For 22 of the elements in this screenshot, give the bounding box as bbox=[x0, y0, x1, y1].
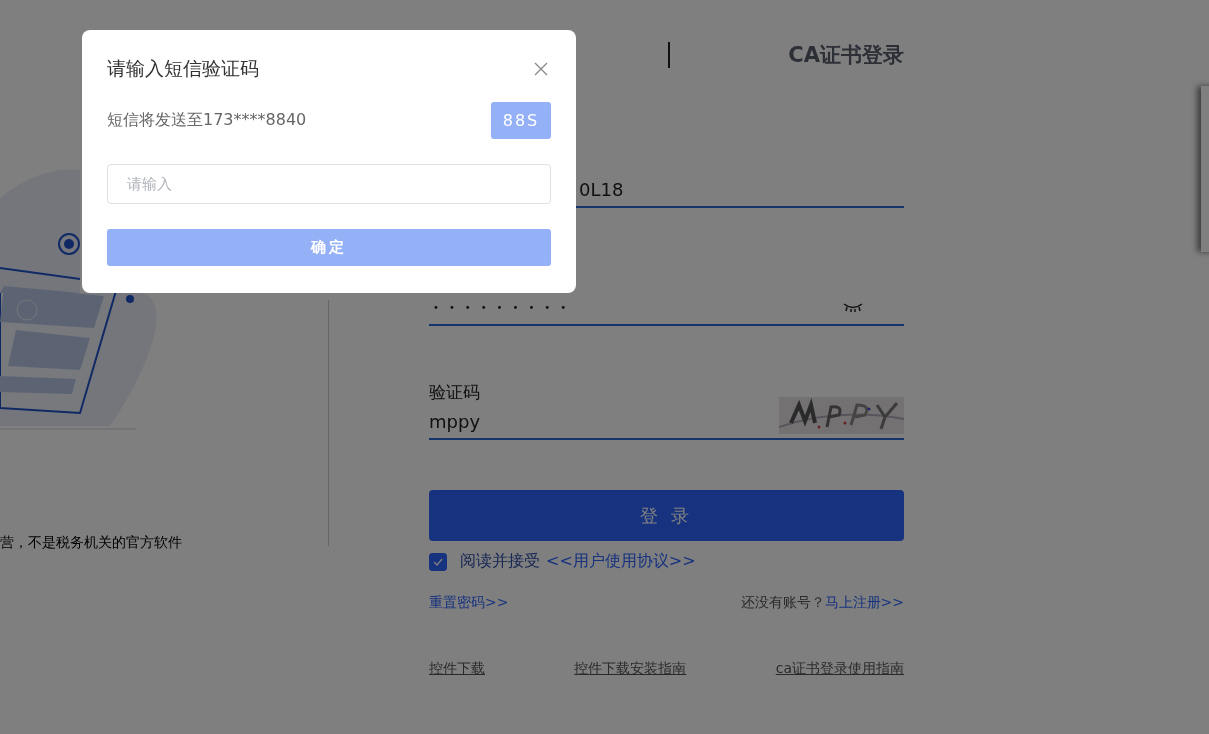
dialog-title: 请输入短信验证码 bbox=[107, 56, 259, 81]
reset-password-link[interactable]: 重置密码>> bbox=[429, 594, 509, 612]
confirm-button[interactable]: 确定 bbox=[107, 229, 551, 266]
register-prompt: 还没有账号？ bbox=[740, 594, 825, 610]
login-button[interactable]: 登 录 bbox=[429, 490, 904, 541]
closed-eye-icon[interactable] bbox=[842, 302, 864, 312]
ca-login-tab[interactable]: CA证书登录 bbox=[788, 41, 904, 69]
code-field[interactable]: 请输入 bbox=[107, 164, 551, 204]
agreement-text: 阅读并接受 bbox=[460, 551, 540, 572]
notice-text: 营，不是税务机关的官方软件 bbox=[0, 534, 183, 552]
agreement-link[interactable]: <<用户使用协议>> bbox=[546, 551, 696, 572]
captcha-field[interactable]: mppy bbox=[429, 411, 481, 438]
footer-link[interactable]: 控件下载安装指南 bbox=[574, 660, 687, 678]
footer-link[interactable]: 控件下载 bbox=[429, 660, 485, 678]
footer-link[interactable]: ca证书登录使用指南 bbox=[775, 660, 904, 678]
check-icon bbox=[433, 557, 443, 566]
close-icon[interactable] bbox=[534, 62, 548, 76]
register-link[interactable]: 马上注册>> bbox=[824, 594, 904, 610]
countdown-button[interactable]: 88S bbox=[491, 102, 551, 139]
agreement-checkbox[interactable] bbox=[429, 552, 447, 571]
phone-text: 短信将发送至173****8840 bbox=[107, 110, 307, 131]
field-label: 验证码 bbox=[429, 381, 481, 404]
